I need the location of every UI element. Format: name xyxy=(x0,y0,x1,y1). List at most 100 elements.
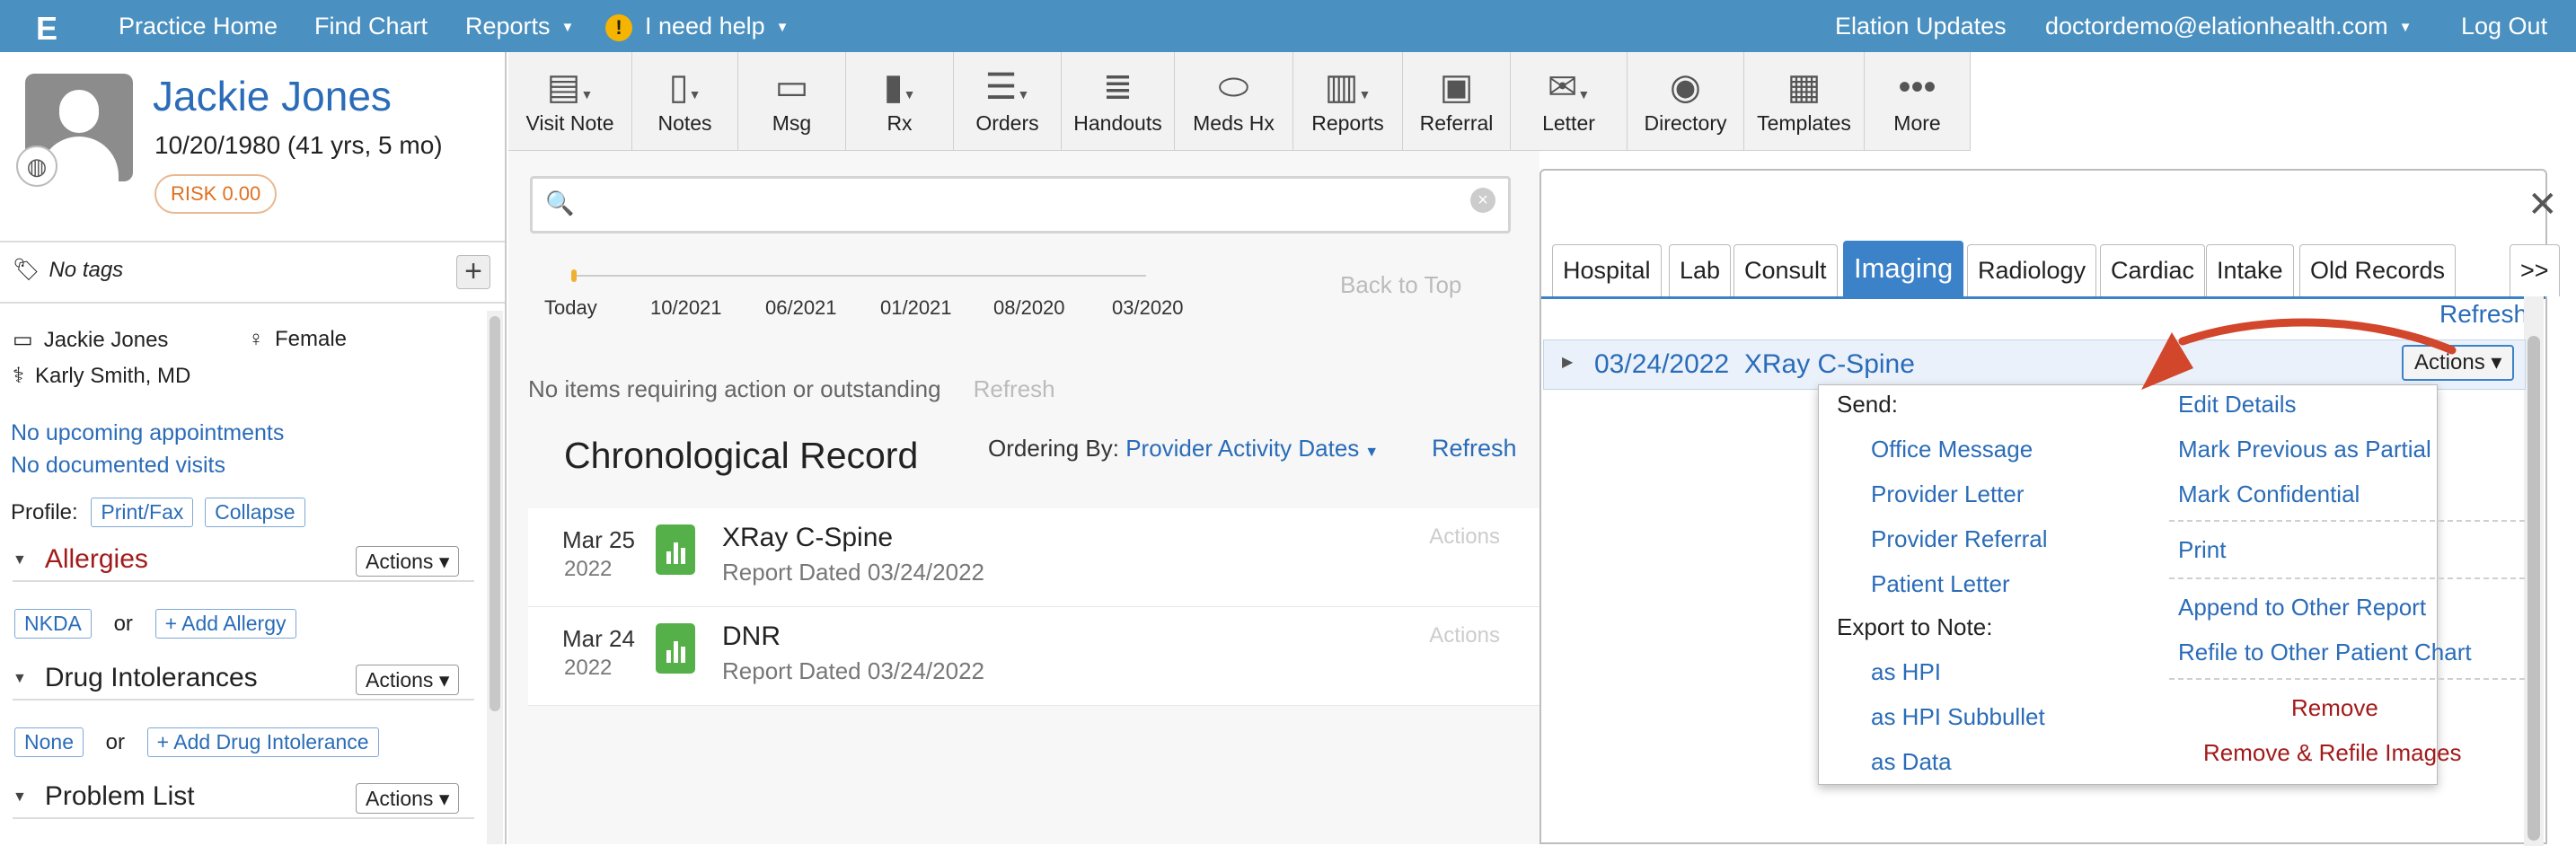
imaging-report-row[interactable]: ▶ 03/24/2022 XRay C-Spine xyxy=(1543,339,2526,390)
timeline-label[interactable]: 08/2020 xyxy=(993,296,1065,320)
timeline-marker xyxy=(571,269,577,282)
record-title[interactable]: XRay C-Spine xyxy=(722,523,893,553)
letter-button[interactable]: ✉▼ Letter xyxy=(1511,52,1628,151)
record-item[interactable]: Mar 25 2022 XRay C-Spine Report Dated 03… xyxy=(528,508,1541,607)
send-provider-letter[interactable]: Provider Letter xyxy=(1871,480,2025,508)
patient-name[interactable]: Jackie Jones xyxy=(153,72,392,120)
print-item[interactable]: Print xyxy=(2178,536,2226,564)
export-as-hpi-subbullet[interactable]: as HPI Subbullet xyxy=(1871,703,2045,731)
nav-logout[interactable]: Log Out xyxy=(2461,0,2547,52)
timeline-label[interactable]: 03/2020 xyxy=(1112,296,1184,320)
drug-actions-button[interactable]: Actions ▾ xyxy=(356,665,460,695)
outstanding-refresh-link[interactable]: Refresh xyxy=(974,375,1055,402)
tags-row: 🏷 No tags xyxy=(13,257,123,283)
collapse-button[interactable]: Collapse xyxy=(205,498,305,527)
notes-button[interactable]: ▯▼ Notes xyxy=(632,52,738,151)
allergies-title: Allergies xyxy=(44,544,148,574)
templates-button[interactable]: ▦ Templates xyxy=(1744,52,1865,151)
problem-list-header[interactable]: ▼ Problem List xyxy=(13,781,195,812)
send-provider-referral[interactable]: Provider Referral xyxy=(1871,525,2048,553)
risk-badge[interactable]: RISK 0.00 xyxy=(154,174,278,214)
print-fax-button[interactable]: Print/Fax xyxy=(91,498,194,527)
mark-partial-item[interactable]: Mark Previous as Partial xyxy=(2178,436,2431,463)
referral-button[interactable]: ▣ Referral xyxy=(1403,52,1511,151)
visit-note-button[interactable]: ▤▼ Visit Note xyxy=(508,52,632,151)
nav-user-menu[interactable]: doctordemo@elationhealth.com ▼ xyxy=(2045,0,2413,52)
none-button[interactable]: None xyxy=(14,727,84,757)
handouts-button[interactable]: ≣ Handouts xyxy=(1062,52,1175,151)
tab-intake[interactable]: Intake xyxy=(2206,244,2294,296)
allergies-header[interactable]: ▼ Allergies xyxy=(13,544,148,575)
orders-button[interactable]: ☰▼ Orders xyxy=(954,52,1062,151)
ordering-value[interactable]: Provider Activity Dates xyxy=(1125,435,1359,462)
tab-old-records[interactable]: Old Records xyxy=(2299,244,2457,296)
directory-button[interactable]: ◉ Directory xyxy=(1628,52,1744,151)
record-actions-link[interactable]: Actions xyxy=(1429,623,1500,648)
export-as-hpi[interactable]: as HPI xyxy=(1871,658,1941,686)
nav-practice-home[interactable]: Practice Home xyxy=(119,0,278,52)
add-allergy-button[interactable]: + Add Allergy xyxy=(154,609,296,639)
add-tag-button[interactable]: + xyxy=(456,255,490,289)
visits-link[interactable]: No documented visits xyxy=(11,453,225,479)
tab-more[interactable]: >> xyxy=(2510,244,2560,296)
mark-confidential-item[interactable]: Mark Confidential xyxy=(2178,480,2360,508)
send-patient-letter[interactable]: Patient Letter xyxy=(1871,570,2010,598)
sidebar-scrollbar[interactable] xyxy=(487,311,503,844)
back-to-top-link[interactable]: Back to Top xyxy=(1340,271,1461,299)
reports-button[interactable]: ▥▼ Reports xyxy=(1293,52,1403,151)
tab-imaging[interactable]: Imaging xyxy=(1843,241,1964,296)
record-refresh-link[interactable]: Refresh xyxy=(1432,435,1517,463)
nkda-button[interactable]: NKDA xyxy=(14,609,92,639)
timeline-label[interactable]: 06/2021 xyxy=(765,296,837,320)
tab-cardiac[interactable]: Cardiac xyxy=(2100,244,2206,296)
record-item[interactable]: Mar 24 2022 DNR Report Dated 03/24/2022 … xyxy=(528,607,1541,706)
appointments-link[interactable]: No upcoming appointments xyxy=(11,420,284,446)
refile-item[interactable]: Refile to Other Patient Chart xyxy=(2178,639,2472,666)
report-actions-button[interactable]: Actions ▾ xyxy=(2402,345,2515,381)
clear-icon[interactable]: × xyxy=(1470,188,1495,213)
close-icon[interactable]: ✕ xyxy=(2527,187,2558,223)
nav-elation-updates[interactable]: Elation Updates xyxy=(1835,0,2007,52)
panel-refresh-link[interactable]: Refresh xyxy=(2439,300,2527,329)
tab-underline xyxy=(1541,296,2545,299)
allergies-actions-button[interactable]: Actions ▾ xyxy=(356,546,460,577)
remove-item[interactable]: Remove xyxy=(2291,694,2378,722)
nav-help-menu[interactable]: ! I need help ▼ xyxy=(605,0,789,52)
add-drug-intolerance-button[interactable]: + Add Drug Intolerance xyxy=(146,727,379,757)
remove-refile-item[interactable]: Remove & Refile Images xyxy=(2203,739,2462,767)
meds-hx-button[interactable]: ⬭ Meds Hx xyxy=(1175,52,1293,151)
send-office-message[interactable]: Office Message xyxy=(1871,436,2033,463)
problem-actions-button[interactable]: Actions ▾ xyxy=(356,783,460,814)
report-row-label: 03/24/2022 XRay C-Spine xyxy=(1594,349,1915,380)
chart-search-input[interactable]: 🔍 × xyxy=(530,176,1511,234)
rx-button[interactable]: ▮▼ Rx xyxy=(846,52,954,151)
expand-triangle-icon[interactable]: ▶ xyxy=(1562,353,1573,371)
record-date: Mar 24 xyxy=(562,625,635,652)
timeline-track[interactable] xyxy=(571,275,1146,277)
nav-reports-menu[interactable]: Reports ▼ xyxy=(465,0,574,52)
record-title[interactable]: DNR xyxy=(722,621,781,652)
tab-consult[interactable]: Consult xyxy=(1734,244,1838,296)
drug-intolerances-header[interactable]: ▼ Drug Intolerances xyxy=(13,663,258,693)
nav-find-chart[interactable]: Find Chart xyxy=(314,0,428,52)
divider xyxy=(0,302,505,304)
more-button[interactable]: ••• More xyxy=(1865,52,1971,151)
edit-details-item[interactable]: Edit Details xyxy=(2178,391,2297,419)
append-item[interactable]: Append to Other Report xyxy=(2178,594,2426,621)
tab-hospital[interactable]: Hospital xyxy=(1552,244,1662,296)
panel-scrollbar[interactable] xyxy=(2524,296,2544,846)
allergy-row: NKDA or + Add Allergy xyxy=(14,609,296,639)
ordering-selector[interactable]: Ordering By: Provider Activity Dates ▼ xyxy=(988,435,1379,463)
timeline-label[interactable]: 01/2021 xyxy=(880,296,952,320)
timeline-label[interactable]: 10/2021 xyxy=(650,296,722,320)
msg-button[interactable]: ▭ Msg xyxy=(738,52,846,151)
timeline-label[interactable]: Today xyxy=(544,296,597,320)
globe-icon[interactable]: ◍ xyxy=(16,145,57,187)
tab-lab[interactable]: Lab xyxy=(1669,244,1732,296)
tab-radiology[interactable]: Radiology xyxy=(1967,244,2097,296)
export-as-data[interactable]: as Data xyxy=(1871,748,1952,776)
record-actions-link[interactable]: Actions xyxy=(1429,524,1500,550)
drug-intolerances-title: Drug Intolerances xyxy=(44,663,258,692)
problem-list-title: Problem List xyxy=(44,781,195,811)
elation-logo-icon[interactable]: E xyxy=(18,0,75,57)
